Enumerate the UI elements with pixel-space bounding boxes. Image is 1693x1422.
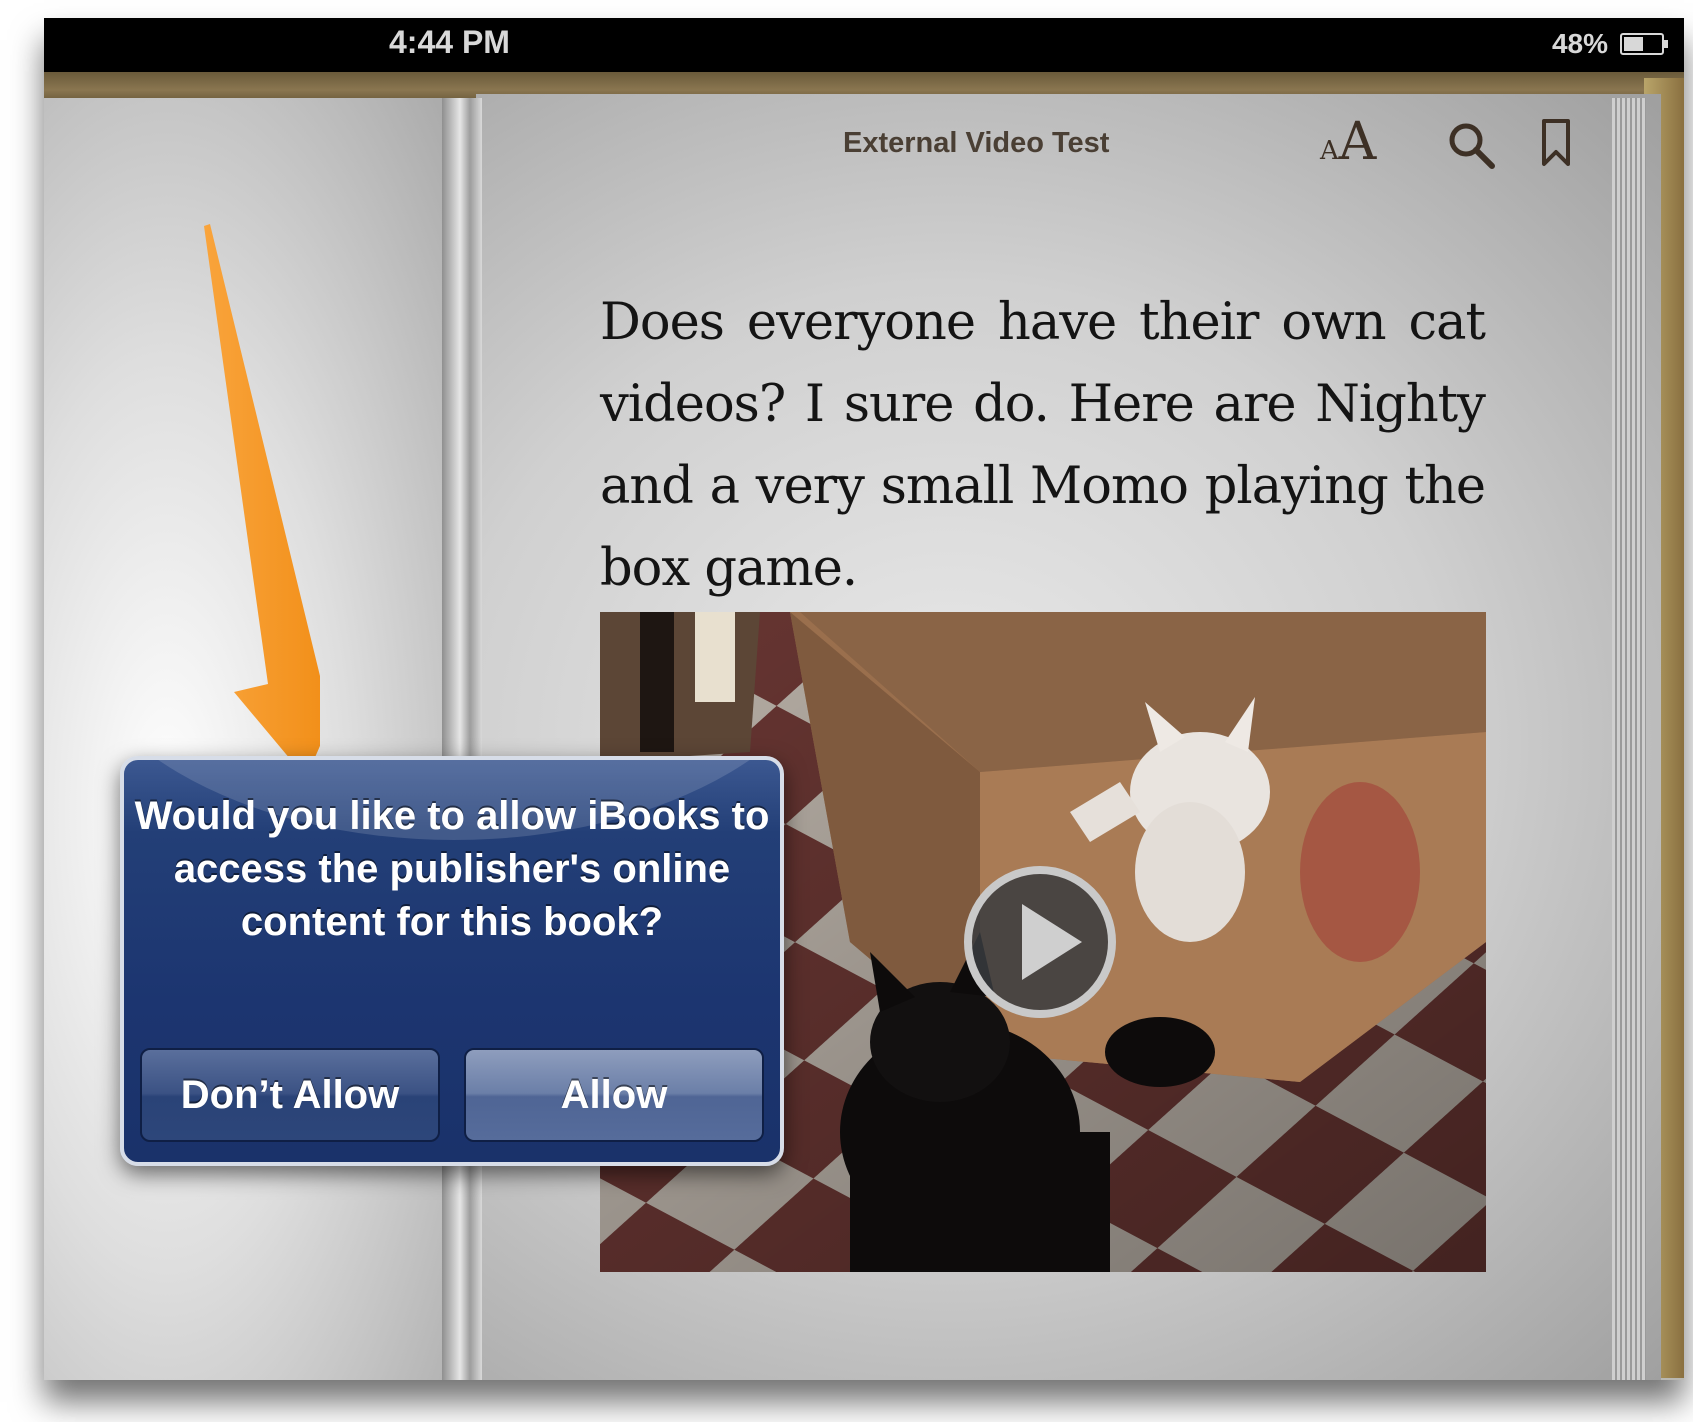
status-time: 4:44 PM [389,24,510,60]
page-stack [1612,98,1646,1380]
book-body-text: Does everyone have their own cat videos?… [600,293,1486,598]
dont-allow-button[interactable]: Don’t Allow [140,1048,440,1142]
font-size-small-label: A [1320,136,1339,166]
alert-message: Would you like to allow iBooks to access… [134,794,770,944]
book-spine [442,98,482,1380]
permission-alert-dialog: Would you like to allow iBooks to access… [120,756,784,1166]
annotation-arrow [204,224,320,778]
font-size-large-label: A [1338,112,1377,172]
allow-button[interactable]: Allow [464,1048,764,1142]
font-size-icon[interactable]: AA [1320,112,1376,172]
screenshot-canvas: 4:44 PM 48% External Video Test AA Does … [0,0,1693,1422]
status-bar: 4:44 PM 48% [44,18,1684,72]
battery-percent: 48% [1551,28,1608,59]
bookmark-icon[interactable] [1540,118,1572,168]
book-title: External Video Test [843,127,1110,159]
play-icon[interactable] [960,862,1120,1022]
battery-icon [1620,33,1668,55]
search-icon[interactable] [1446,120,1496,170]
